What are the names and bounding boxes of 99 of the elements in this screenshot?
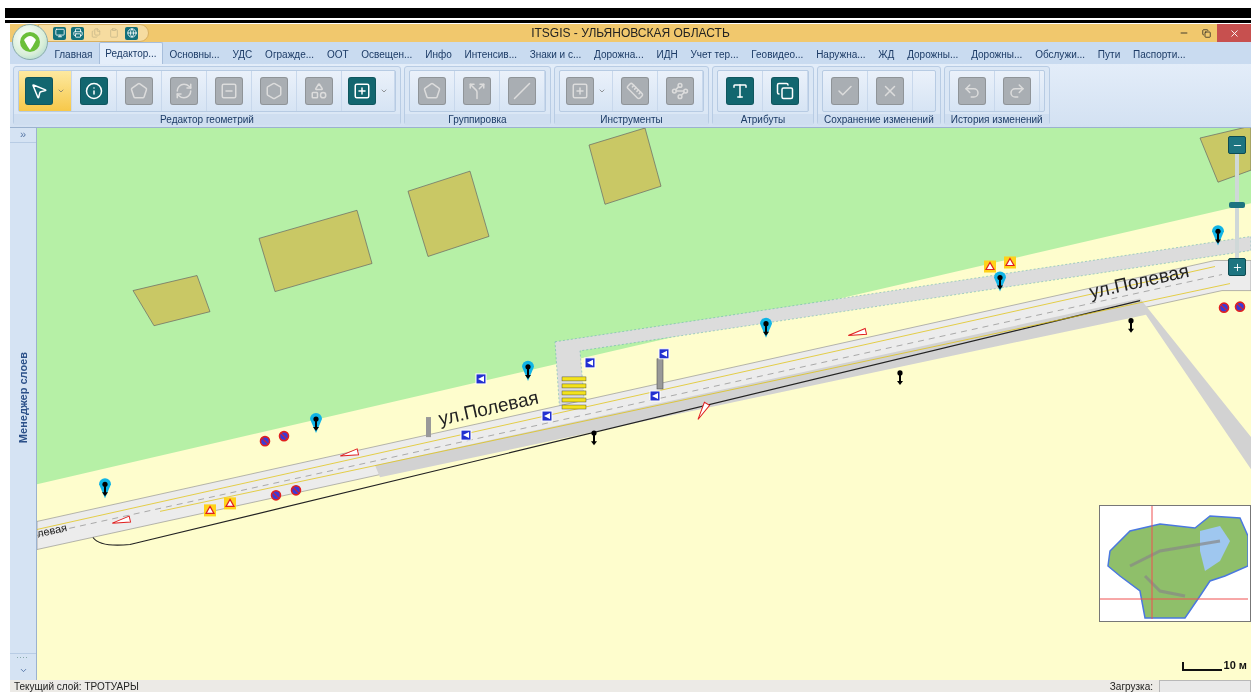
caret-icon xyxy=(598,87,606,95)
zoom-thumb[interactable] xyxy=(1229,202,1245,208)
ribbon-tab[interactable]: Наружна... xyxy=(809,43,872,64)
split-icon xyxy=(463,77,491,105)
ribbon-tab[interactable]: ООТ xyxy=(320,43,355,64)
pointer-info-icon xyxy=(80,77,108,105)
restore-icon xyxy=(1201,28,1211,38)
map-pin-icon xyxy=(1212,225,1224,246)
direction-sign-icon xyxy=(475,373,487,385)
no-parking-sign-icon xyxy=(270,490,282,501)
map-pin-icon xyxy=(1128,318,1134,333)
pointer-icon xyxy=(25,77,53,105)
road-arrow-icon xyxy=(697,401,711,420)
ribbon-tab[interactable]: Огражде... xyxy=(258,43,321,64)
monitor-icon[interactable] xyxy=(53,26,66,40)
check-icon xyxy=(831,77,859,105)
grip-handle[interactable] xyxy=(10,653,36,660)
no-parking-sign-icon xyxy=(1234,301,1246,312)
map-pin-icon xyxy=(760,317,772,338)
ribbon-tab[interactable]: Редактор... xyxy=(98,42,163,64)
direction-sign-icon xyxy=(541,410,553,422)
ribbon-tab[interactable]: Дорожны... xyxy=(964,43,1029,64)
warning-sign-icon xyxy=(984,260,996,273)
caret-icon xyxy=(380,87,388,95)
map-pin-icon xyxy=(591,430,597,446)
shapes-icon xyxy=(305,77,333,105)
direction-sign-icon xyxy=(649,390,661,402)
square-minus-icon xyxy=(215,77,243,105)
ribbon-tab[interactable]: Учет тер... xyxy=(684,43,745,64)
caret-icon xyxy=(57,87,65,95)
group-label: Редактор геометрий xyxy=(14,114,400,125)
crosswalk-marking xyxy=(561,376,587,410)
speed-bump-marking xyxy=(656,358,664,390)
refresh-icon xyxy=(170,77,198,105)
square-plus-icon xyxy=(348,77,376,105)
no-parking-sign-icon xyxy=(278,430,290,442)
map-pin-icon xyxy=(897,370,903,385)
ribbon-tab[interactable]: Обслужи... xyxy=(1028,43,1092,64)
square-plus-icon xyxy=(566,77,594,105)
scale-label: 10 м xyxy=(1223,659,1247,671)
warning-sign-icon xyxy=(204,504,216,517)
group-label: История изменений xyxy=(944,114,1049,125)
window-title: ITSGIS - УЛЬЯНОВСКАЯ ОБЛАСТЬ xyxy=(531,26,730,40)
slash-icon xyxy=(508,77,536,105)
scale-bar xyxy=(1181,662,1222,671)
direction-sign-icon xyxy=(658,348,670,360)
ribbon-tab[interactable]: Освещен... xyxy=(354,43,419,64)
ribbon-tab[interactable]: Главная xyxy=(48,43,99,64)
close-button[interactable] xyxy=(1217,24,1251,42)
close-icon xyxy=(1228,27,1240,39)
warning-sign-icon xyxy=(1004,256,1016,269)
direction-sign-icon xyxy=(460,429,472,441)
ribbon-tab[interactable]: УДС xyxy=(226,43,259,64)
letter-icon xyxy=(726,77,754,105)
group-label: Сохранение изменений xyxy=(818,114,940,125)
tool-button[interactable] xyxy=(19,71,72,111)
plus-icon xyxy=(1231,261,1243,273)
group-label: Группировка xyxy=(405,114,550,125)
copy-icon xyxy=(771,77,799,105)
undo-icon xyxy=(957,77,986,105)
map-pin-icon xyxy=(994,271,1006,292)
ribbon-tab[interactable]: Знаки и с... xyxy=(523,43,588,64)
map-pin-icon xyxy=(99,478,111,499)
ribbon-tab[interactable]: Интенсив... xyxy=(458,43,524,64)
direction-sign-icon xyxy=(584,357,596,369)
no-parking-sign-icon xyxy=(259,435,271,447)
road-arrow-icon xyxy=(339,448,359,457)
ribbon-tab[interactable]: Пути xyxy=(1091,43,1127,64)
ruler-icon xyxy=(621,77,649,105)
group-label: Инструменты xyxy=(555,114,708,125)
ribbon-tab[interactable]: ЖД xyxy=(871,43,901,64)
panel-title[interactable]: Менеджер слоев xyxy=(17,352,29,444)
waypoints-icon xyxy=(666,77,694,105)
printer-icon[interactable] xyxy=(71,26,84,40)
road-arrow-icon xyxy=(111,515,131,524)
ribbon-tab[interactable]: Инфо xyxy=(418,43,459,64)
ribbon-tab[interactable]: ИДН xyxy=(650,43,685,64)
ribbon-tab[interactable]: Геовидео... xyxy=(744,43,810,64)
no-parking-sign-icon xyxy=(1218,302,1230,313)
warning-sign-icon xyxy=(224,497,236,510)
zoom-in-button[interactable] xyxy=(1228,258,1246,276)
map-pin-icon xyxy=(310,413,322,434)
close-icon xyxy=(876,77,904,105)
ribbon-tab[interactable]: Основны... xyxy=(163,43,227,64)
ribbon-tab[interactable]: Дорожны... xyxy=(900,43,965,64)
expand-button[interactable]: » xyxy=(10,128,36,143)
ribbon-tab[interactable]: Паспорти... xyxy=(1126,43,1192,64)
road-arrow-icon xyxy=(847,327,867,336)
loading-label: Загрузка: xyxy=(1109,680,1153,692)
no-parking-sign-icon xyxy=(290,485,302,496)
redo-icon xyxy=(1002,77,1031,105)
ribbon-tab[interactable]: Дорожна... xyxy=(587,43,651,64)
group-label: Атрибуты xyxy=(713,114,813,125)
zoom-out-button[interactable] xyxy=(1228,136,1246,154)
map-pin-icon xyxy=(522,360,534,381)
street-label: левая xyxy=(37,521,69,540)
speed-bump-marking xyxy=(426,417,431,438)
globe-icon[interactable] xyxy=(125,26,138,40)
current-layer-text: Текущий слой: ТРОТУАРЫ xyxy=(14,680,139,692)
